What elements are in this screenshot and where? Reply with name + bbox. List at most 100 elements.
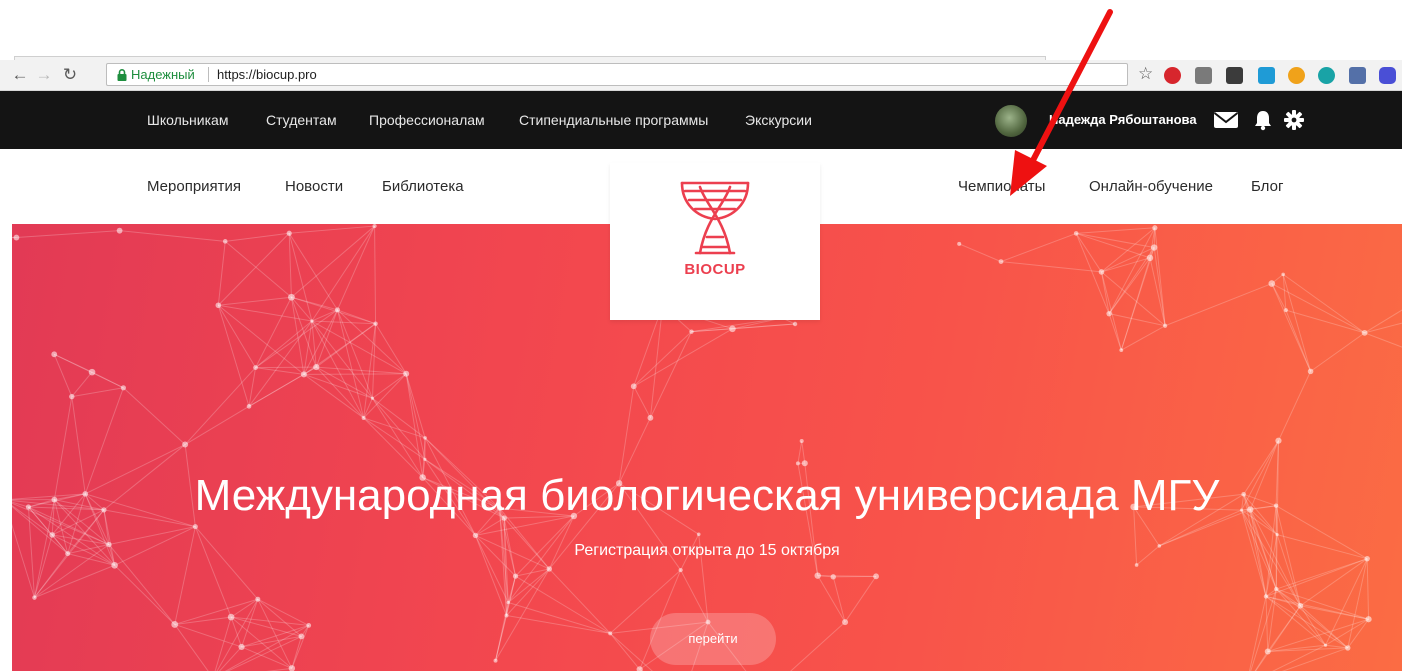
network-node <box>1106 310 1112 317</box>
network-link <box>1278 371 1312 441</box>
network-node <box>246 404 252 409</box>
secure-label: Надежный <box>131 67 195 82</box>
network-link <box>374 226 377 324</box>
pinterest-icon[interactable] <box>1164 67 1181 84</box>
network-node <box>373 321 378 326</box>
nav-item-events[interactable]: Мероприятия <box>147 149 241 225</box>
extension-dark-icon[interactable] <box>1226 67 1243 84</box>
network-link <box>218 646 242 671</box>
network-link <box>1285 309 1365 334</box>
network-node <box>313 363 320 371</box>
extension-triangle-icon[interactable] <box>1318 67 1335 84</box>
network-node <box>792 321 798 327</box>
topnav-item-excursions[interactable]: Экскурсии <box>745 91 812 149</box>
network-node <box>255 596 261 602</box>
topnav-item-schoolchildren[interactable]: Школьникам <box>147 91 228 149</box>
site-logo[interactable]: BIOCUP <box>610 163 820 320</box>
network-node <box>306 623 312 628</box>
gear-icon[interactable] <box>1283 109 1305 131</box>
network-link <box>1265 595 1369 620</box>
address-bar[interactable]: Надежный https://biocup.pro <box>106 63 1128 86</box>
nav-item-library[interactable]: Библиотека <box>382 149 464 225</box>
network-node <box>215 302 222 309</box>
network-link <box>1153 247 1166 326</box>
network-link <box>174 616 232 625</box>
network-link <box>71 387 124 398</box>
network-link <box>71 371 93 397</box>
bell-icon[interactable] <box>1252 109 1274 131</box>
network-node <box>998 259 1004 265</box>
network-link <box>303 373 407 375</box>
network-link <box>218 296 292 306</box>
network-link <box>507 576 516 603</box>
network-link <box>801 440 806 464</box>
user-name[interactable]: Надежда Рябоштанова <box>1049 91 1197 149</box>
avatar[interactable] <box>995 105 1027 137</box>
network-node <box>13 234 20 241</box>
network-link <box>495 602 509 661</box>
network-link <box>336 225 376 311</box>
network-link <box>225 232 290 242</box>
nav-item-blog[interactable]: Блог <box>1251 149 1283 225</box>
network-link <box>1265 596 1269 652</box>
extension-flower-icon[interactable] <box>1288 67 1305 84</box>
network-link <box>291 625 310 669</box>
mail-icon[interactable] <box>1213 110 1239 130</box>
network-link <box>1108 313 1122 351</box>
network-link <box>817 575 846 623</box>
network-node <box>1263 594 1269 599</box>
topnav-item-scholarships[interactable]: Стипендиальные программы <box>519 91 708 149</box>
network-node <box>1345 645 1351 651</box>
extension-hex-icon[interactable] <box>1379 67 1396 84</box>
go-button[interactable]: перейти <box>650 613 776 665</box>
network-link <box>1154 227 1166 326</box>
network-node <box>795 461 800 466</box>
network-link <box>1164 283 1272 327</box>
network-node <box>1134 563 1139 567</box>
network-node <box>1119 348 1124 353</box>
network-link <box>311 320 376 325</box>
network-link <box>959 243 1002 263</box>
network-link <box>1366 558 1370 620</box>
network-node <box>403 370 410 377</box>
extension-x-icon[interactable] <box>1258 67 1275 84</box>
omnibox-divider <box>208 67 209 82</box>
network-node <box>1275 532 1279 537</box>
network-link <box>174 623 242 648</box>
topnav-item-students[interactable]: Студентам <box>266 91 337 149</box>
network-node <box>423 457 427 461</box>
network-link <box>123 387 186 445</box>
network-link <box>184 367 256 445</box>
network-node <box>630 383 637 390</box>
network-link <box>1075 233 1102 273</box>
network-link <box>217 305 256 368</box>
network-node <box>1365 616 1372 623</box>
network-link <box>1364 332 1402 348</box>
reload-icon[interactable]: ↻ <box>60 64 80 86</box>
logo-text: BIOCUP <box>684 261 746 278</box>
network-node <box>1146 254 1154 262</box>
forward-arrow-icon[interactable]: → <box>34 64 54 86</box>
network-link <box>1271 283 1312 372</box>
nav-item-online-learning[interactable]: Онлайн-обучение <box>1089 149 1213 225</box>
extension-book-icon[interactable] <box>1349 67 1366 84</box>
network-link <box>1300 558 1368 607</box>
network-node <box>842 619 849 626</box>
network-node <box>120 385 126 391</box>
network-node <box>111 561 118 569</box>
network-link <box>257 598 293 669</box>
extension-gray-icon[interactable] <box>1195 67 1212 84</box>
nav-item-championships[interactable]: Чемпионаты <box>958 149 1045 225</box>
url-text[interactable]: https://biocup.pro <box>217 64 317 85</box>
topnav-item-professionals[interactable]: Профессионалам <box>369 91 485 149</box>
network-link <box>833 575 877 578</box>
network-node <box>49 532 55 538</box>
network-node <box>334 307 340 313</box>
network-link <box>54 353 124 389</box>
bookmark-star-icon[interactable]: ☆ <box>1138 64 1153 84</box>
network-link <box>230 598 259 618</box>
back-arrow-icon[interactable]: ← <box>10 64 30 86</box>
nav-item-news[interactable]: Новости <box>285 149 343 225</box>
network-node <box>647 414 654 421</box>
network-node <box>830 574 836 580</box>
